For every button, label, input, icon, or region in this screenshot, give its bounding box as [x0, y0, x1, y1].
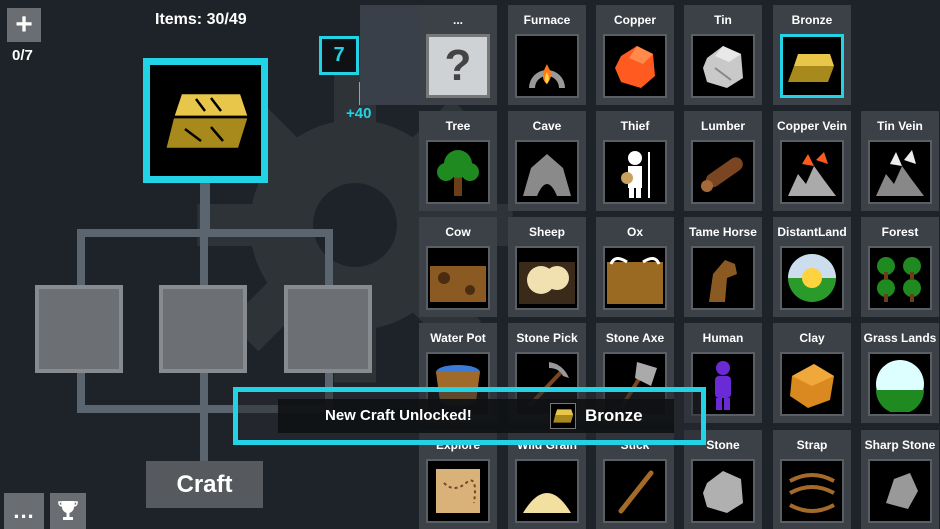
item-label: Copper: [614, 13, 656, 27]
clay-icon: [780, 352, 844, 416]
bronze-icon: [553, 409, 574, 423]
trophy-icon: [58, 501, 78, 520]
item-label: Water Pot: [430, 331, 486, 345]
item-label: Clay: [799, 331, 825, 345]
strap-icon: [780, 459, 844, 523]
item-tile[interactable]: Tin Vein: [861, 111, 939, 211]
discovery-badge: 7: [319, 36, 359, 75]
cave-icon: [515, 140, 579, 204]
grain-icon: [515, 459, 579, 523]
item-tile[interactable]: Copper: [596, 5, 674, 105]
tree-connector: [325, 229, 333, 289]
ingredient-slot-1[interactable]: [35, 285, 123, 373]
items-count: Items: 30/49: [155, 11, 247, 28]
item-label: Forest: [881, 225, 919, 239]
craft-unlocked-notification: New Craft Unlocked! Bronze: [233, 387, 706, 445]
recipe-counter: 0/7: [12, 47, 33, 64]
item-label: Bronze: [791, 13, 833, 27]
item-label: Lumber: [700, 119, 745, 133]
items-grid: ...? Furnace Copper Tin Bronze Tree Cave Thief L…: [360, 5, 940, 529]
notification-body: New Craft Unlocked! Bronze: [278, 399, 674, 433]
copper-icon: [603, 34, 667, 98]
cow-icon: [426, 246, 490, 310]
item-tile[interactable]: Sharp Stone: [861, 430, 939, 529]
notification-item-icon: [550, 403, 576, 429]
tree-connector: [77, 229, 85, 289]
tree-connector: [200, 183, 210, 233]
copper-vein-icon: [780, 140, 844, 204]
thief-icon: [603, 140, 667, 204]
item-label: Tin Vein: [877, 119, 923, 133]
ox-icon: [603, 246, 667, 310]
furnace-icon: [515, 34, 579, 98]
unknown-icon: ?: [426, 34, 490, 98]
ingredient-slot-3[interactable]: [284, 285, 372, 373]
item-label: Strap: [796, 438, 828, 452]
more-options-button[interactable]: ...: [4, 493, 44, 529]
item-tile[interactable]: Tree: [419, 111, 497, 211]
craft-button[interactable]: Craft: [146, 461, 263, 508]
bronze-icon: [780, 34, 844, 98]
grass-lands-icon: [868, 352, 932, 416]
item-tile[interactable]: Sheep: [508, 217, 586, 317]
item-label: Human: [702, 331, 744, 345]
map-icon: [426, 459, 490, 523]
item-label: Copper Vein: [776, 119, 847, 133]
tree-connector: [200, 373, 208, 463]
forest-icon: [868, 246, 932, 310]
stone-icon: [691, 459, 755, 523]
item-label: Sharp Stone: [864, 438, 936, 452]
sharp-stone-icon: [868, 459, 932, 523]
item-tile[interactable]: Strap: [773, 430, 851, 529]
item-label: Tree: [445, 119, 471, 133]
item-label: Furnace: [523, 13, 571, 27]
craft-result-slot[interactable]: [143, 58, 268, 183]
tree-connector: [200, 229, 208, 289]
item-tile[interactable]: Furnace: [508, 5, 586, 105]
item-label: Tame Horse: [689, 225, 757, 239]
item-tile[interactable]: Cow: [419, 217, 497, 317]
lumber-icon: [691, 140, 755, 204]
notification-message: New Craft Unlocked!: [325, 407, 472, 424]
item-label: Ox: [626, 225, 643, 239]
item-label: Cave: [532, 119, 562, 133]
item-label: Cow: [445, 225, 471, 239]
tin-vein-icon: [868, 140, 932, 204]
item-tile[interactable]: Ox: [596, 217, 674, 317]
add-button[interactable]: +: [7, 8, 41, 42]
ingredient-slot-2[interactable]: [159, 285, 247, 373]
item-tile[interactable]: Copper Vein: [773, 111, 851, 211]
item-tile[interactable]: Lumber: [684, 111, 762, 211]
sheep-icon: [515, 246, 579, 310]
item-tile[interactable]: Thief: [596, 111, 674, 211]
notification-item-name: Bronze: [585, 406, 643, 425]
item-label: Thief: [620, 119, 650, 133]
item-tile[interactable]: Forest: [861, 217, 939, 317]
item-label: Stone Axe: [605, 331, 665, 345]
item-label: Tin: [714, 13, 732, 27]
tree-icon: [426, 140, 490, 204]
bronze-ingot-icon: [162, 91, 251, 150]
tin-icon: [691, 34, 755, 98]
item-tile[interactable]: Tin: [684, 5, 762, 105]
item-label: ...: [452, 13, 463, 27]
item-tile[interactable]: Tame Horse: [684, 217, 762, 317]
item-tile[interactable]: Clay: [773, 323, 851, 423]
item-tile[interactable]: ...?: [419, 5, 497, 105]
item-label: DistantLand: [777, 225, 847, 239]
item-label: Stone Pick: [516, 331, 578, 345]
trophy-button[interactable]: [50, 493, 86, 529]
item-tile[interactable]: DistantLand: [773, 217, 851, 317]
item-tile[interactable]: Grass Lands: [861, 323, 939, 423]
distant-land-icon: [780, 246, 844, 310]
stick-icon: [603, 459, 667, 523]
item-label: Sheep: [528, 225, 565, 239]
item-tile[interactable]: Cave: [508, 111, 586, 211]
item-tile[interactable]: Bronze: [773, 5, 851, 105]
item-label: Grass Lands: [863, 331, 937, 345]
horse-icon: [691, 246, 755, 310]
